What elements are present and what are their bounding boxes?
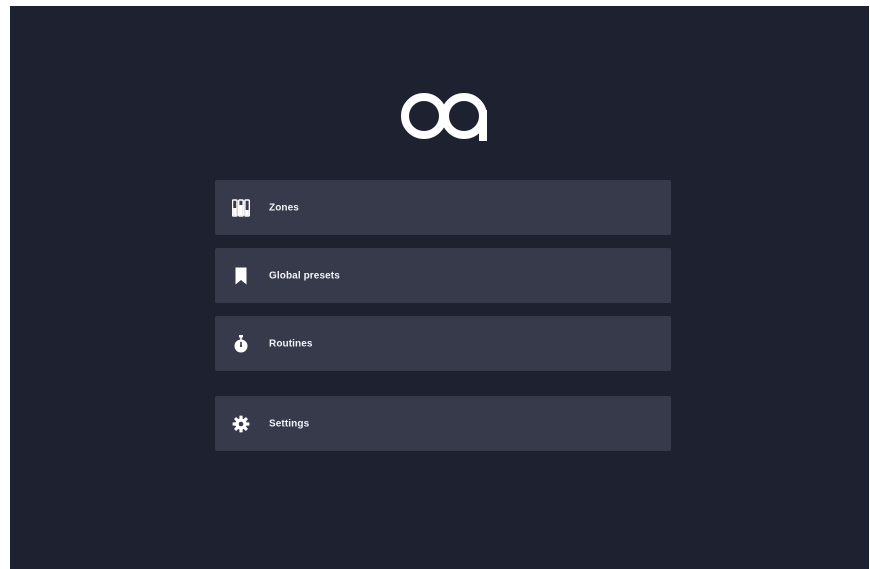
- menu-item-settings[interactable]: Settings: [215, 396, 671, 451]
- gear-icon: [232, 415, 250, 432]
- stopwatch-icon: [234, 334, 248, 352]
- menu-item-global-presets[interactable]: Global presets: [215, 248, 671, 303]
- zones-icon: [232, 198, 250, 217]
- main-menu-screen: Zones Global presets Routines Settings: [10, 6, 869, 569]
- bookmark-icon: [235, 267, 247, 284]
- oa-logo-icon: [401, 93, 487, 141]
- menu-item-routines[interactable]: Routines: [215, 316, 671, 371]
- menu-item-label: Routines: [269, 338, 313, 349]
- menu-item-label: Global presets: [269, 270, 340, 281]
- menu-item-label: Zones: [269, 202, 299, 213]
- menu-item-zones[interactable]: Zones: [215, 180, 671, 235]
- menu-item-label: Settings: [269, 418, 310, 429]
